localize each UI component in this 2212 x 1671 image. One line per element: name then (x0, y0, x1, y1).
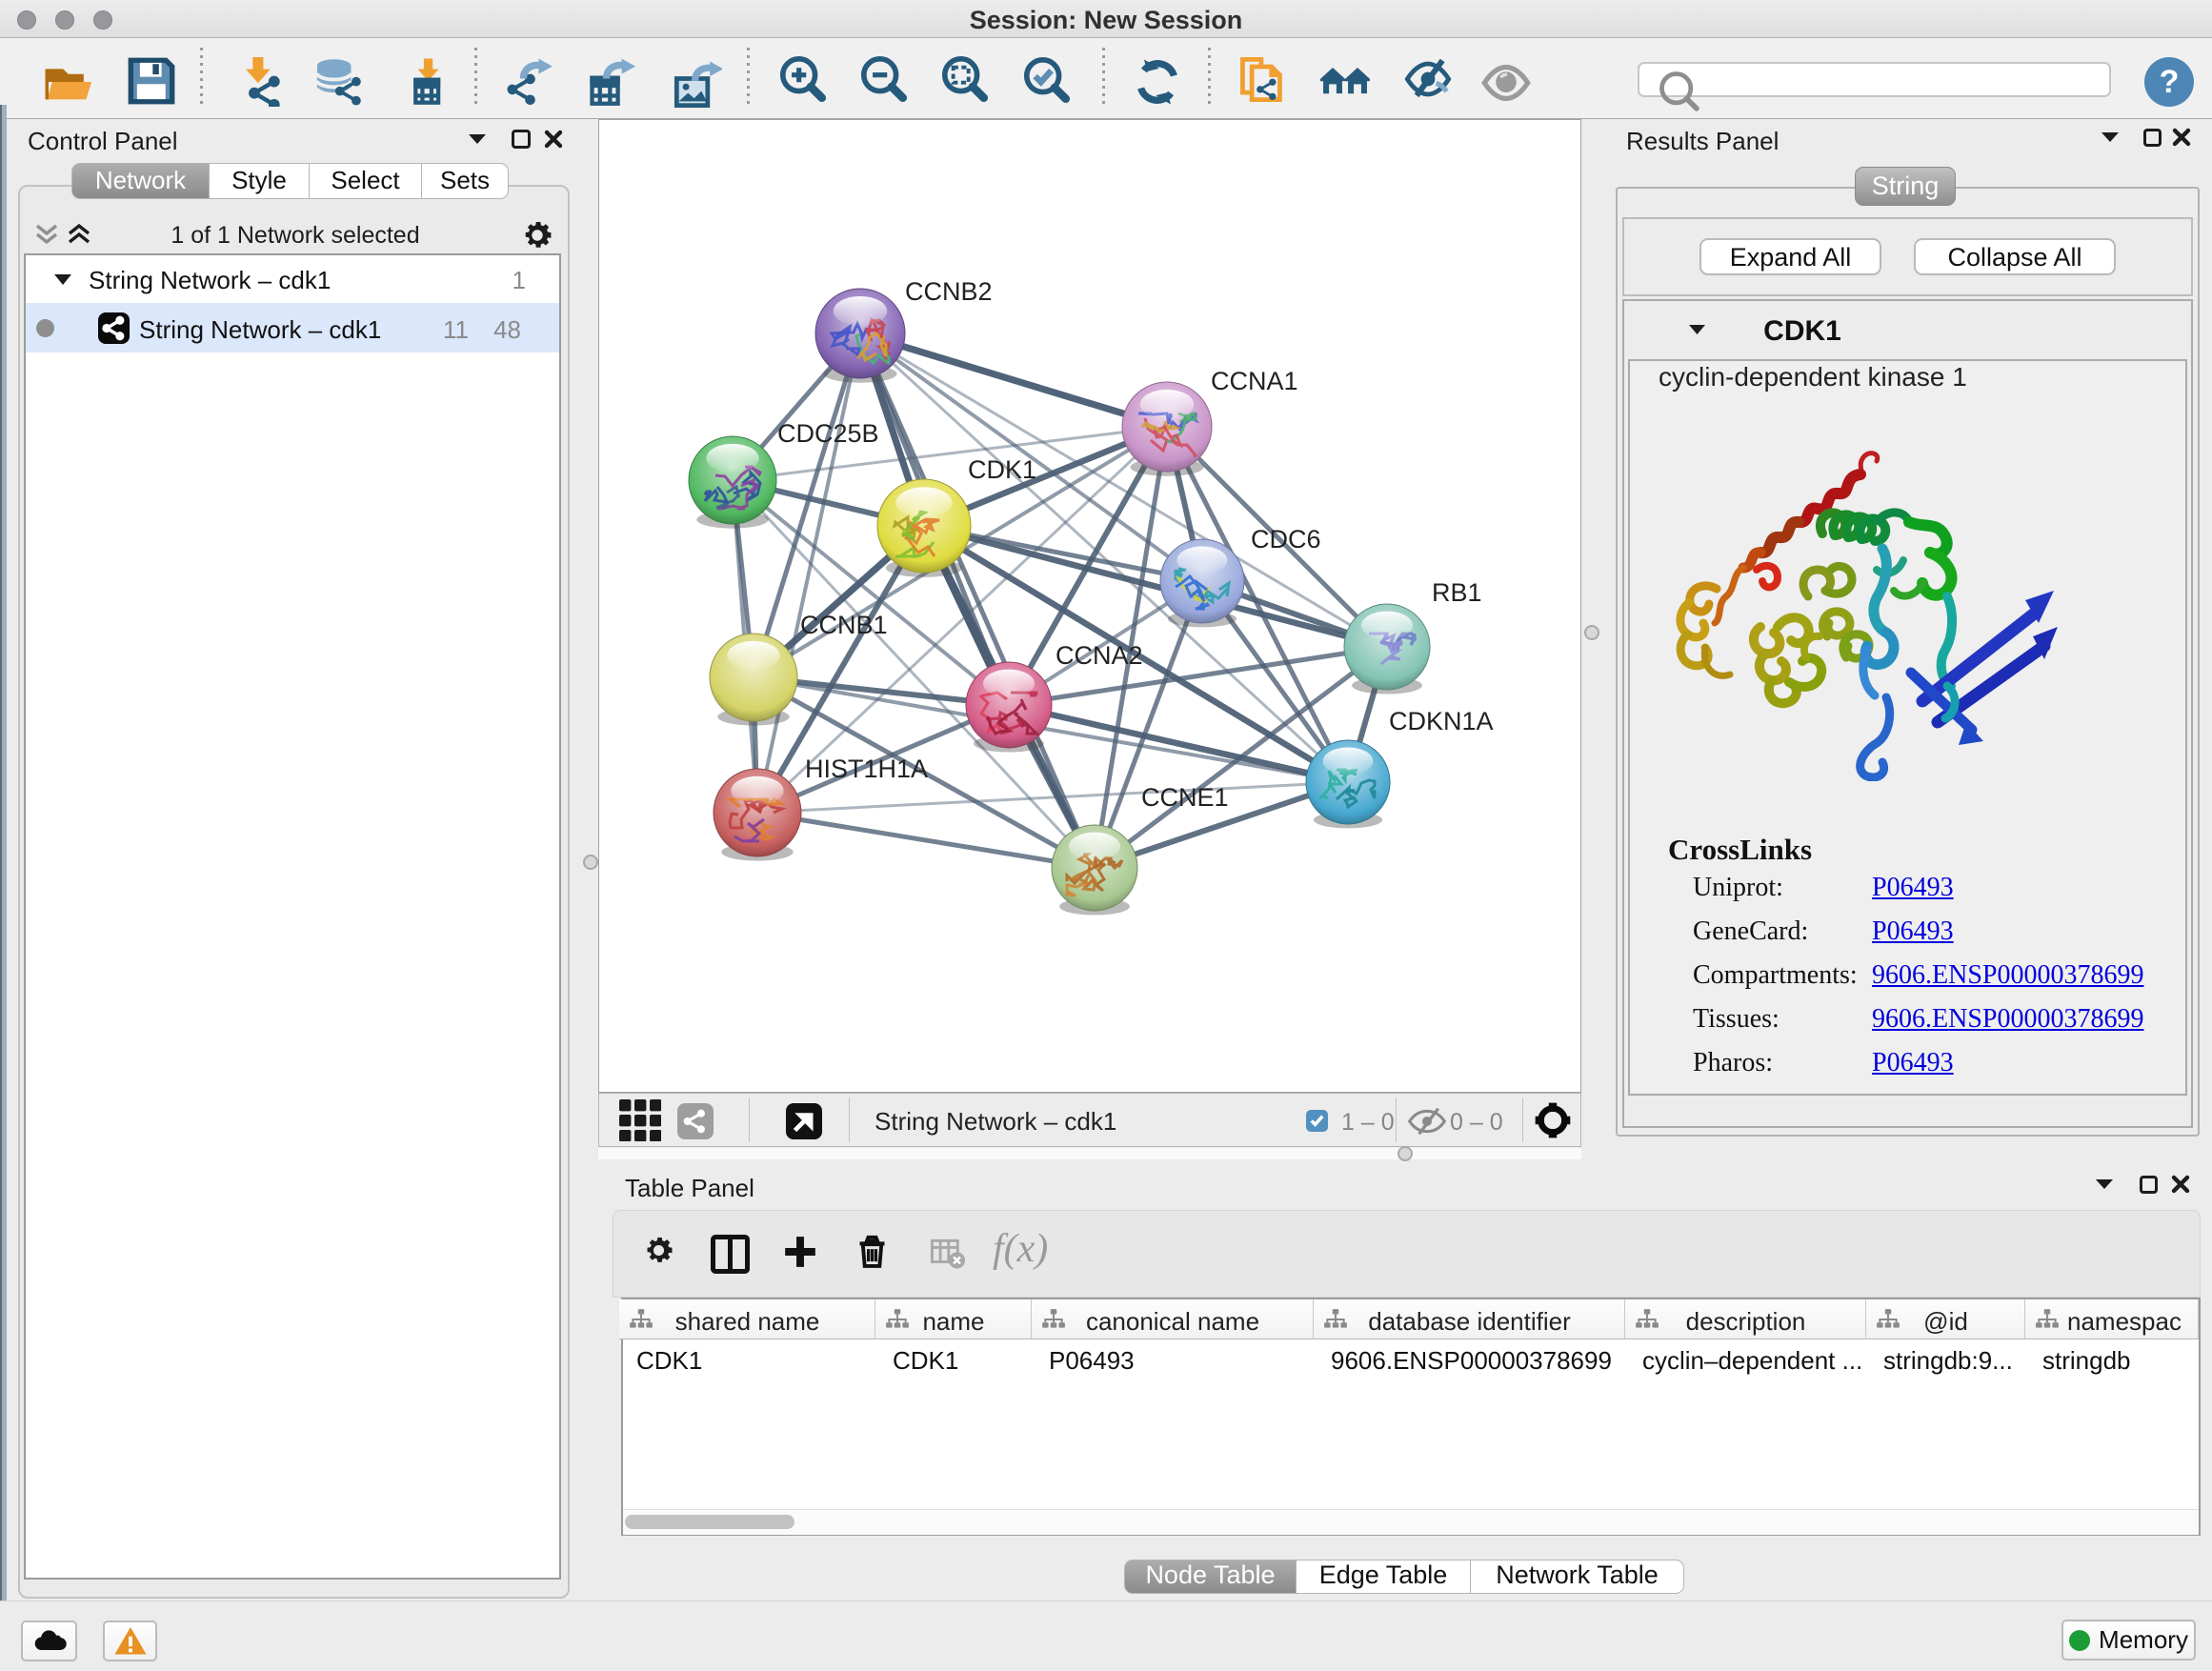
svg-text:CCNA1: CCNA1 (1211, 367, 1298, 395)
svg-text:CDKN1A: CDKN1A (1389, 707, 1494, 735)
svg-text:CCNB1: CCNB1 (800, 611, 888, 639)
svg-text:CCNE1: CCNE1 (1141, 783, 1229, 812)
svg-text:CDK1: CDK1 (968, 455, 1036, 484)
svg-text:CCNB2: CCNB2 (905, 277, 993, 306)
svg-text:RB1: RB1 (1432, 578, 1482, 607)
svg-text:HIST1H1A: HIST1H1A (805, 755, 928, 783)
svg-text:CCNA2: CCNA2 (1056, 641, 1143, 670)
svg-text:CDC25B: CDC25B (777, 419, 879, 448)
svg-text:CDC6: CDC6 (1251, 525, 1321, 554)
